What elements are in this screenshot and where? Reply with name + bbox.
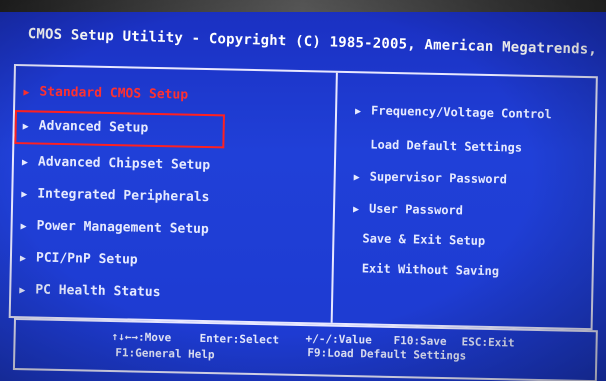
right-triangle-icon: ▶ bbox=[21, 157, 29, 169]
menu-item-label: Save & Exit Setup bbox=[362, 231, 486, 248]
menu-item-label: Power Management Setup bbox=[36, 218, 209, 238]
right-triangle-icon: ▶ bbox=[19, 285, 26, 297]
right-triangle-icon: ▶ bbox=[352, 204, 360, 216]
menu-item-exit-without-saving[interactable]: Exit Without Saving bbox=[362, 261, 500, 278]
menu-item-label: Integrated Peripherals bbox=[37, 186, 210, 206]
help-save: F10:Save bbox=[393, 333, 447, 349]
menu-item-integrated-peripherals[interactable]: ▶ Integrated Peripherals bbox=[21, 186, 210, 206]
right-triangle-icon: ▶ bbox=[21, 189, 28, 201]
menu-item-label: Advanced Chipset Setup bbox=[37, 154, 211, 174]
help-bar: ↑↓←→:Move Enter:Select +/-/:Value F10:Sa… bbox=[12, 318, 598, 381]
right-triangle-icon: ▶ bbox=[23, 87, 30, 99]
help-general: F1:General Help bbox=[115, 346, 215, 362]
menu-item-standard-cmos-setup[interactable]: ▶ Standard CMOS Setup bbox=[23, 84, 189, 103]
menu-item-label: Supervisor Password bbox=[369, 169, 508, 187]
help-select: Enter:Select bbox=[199, 331, 280, 347]
right-triangle-icon: ▶ bbox=[22, 121, 29, 133]
menu-item-supervisor-password[interactable]: ▶ Supervisor Password bbox=[354, 169, 508, 186]
menu-divider bbox=[330, 72, 338, 323]
help-move: ↑↓←→:Move bbox=[111, 330, 172, 345]
menu-item-advanced-chipset-setup[interactable]: ▶ Advanced Chipset Setup bbox=[21, 154, 211, 174]
menu-item-label: PCI/PnP Setup bbox=[35, 250, 138, 268]
right-triangle-icon: ▶ bbox=[19, 253, 27, 265]
help-load-default: F9:Load Default Settings bbox=[307, 346, 467, 363]
menu-item-label: Advanced Setup bbox=[38, 118, 149, 136]
right-triangle-icon: ▶ bbox=[20, 221, 27, 233]
left-menu: ▶ Standard CMOS Setup ▶ Advanced Setup ▶ Ad… bbox=[14, 66, 334, 300]
menu-item-label: PC Health Status bbox=[35, 282, 161, 301]
menu-item-label: Standard CMOS Setup bbox=[39, 84, 189, 103]
menu-item-advanced-setup[interactable]: ▶ Advanced Setup bbox=[23, 118, 149, 136]
right-menu: ▶ Frequency/Voltage Control Load Default … bbox=[338, 73, 594, 278]
menu-item-power-management-setup[interactable]: ▶ Power Management Setup bbox=[20, 218, 209, 238]
menu-item-label: Exit Without Saving bbox=[361, 261, 500, 279]
help-exit: ESC:Exit bbox=[461, 335, 515, 350]
menu-item-label: Load Default Settings bbox=[370, 137, 523, 155]
menu-item-load-default-settings[interactable]: Load Default Settings bbox=[370, 137, 522, 154]
right-triangle-icon: ▶ bbox=[353, 172, 360, 184]
menu-item-label: User Password bbox=[368, 201, 464, 218]
menu-item-pci-pnp-setup[interactable]: ▶ PCI/PnP Setup bbox=[19, 250, 138, 268]
main-menu-frame: ▶ Standard CMOS Setup ▶ Advanced Setup ▶ Ad… bbox=[8, 64, 598, 331]
menu-item-save-exit-setup[interactable]: Save & Exit Setup bbox=[362, 231, 485, 248]
page-title: CMOS Setup Utility - Copyright (C) 1985-… bbox=[27, 26, 606, 60]
monitor-bezel bbox=[0, 0, 606, 12]
right-triangle-icon: ▶ bbox=[354, 106, 362, 118]
menu-item-pc-health-status[interactable]: ▶ PC Health Status bbox=[19, 282, 161, 301]
help-value: +/-/:Value bbox=[305, 332, 372, 347]
bios-screen: CMOS Setup Utility - Copyright (C) 1985-… bbox=[0, 0, 606, 381]
menu-item-user-password[interactable]: ▶ User Password bbox=[353, 201, 463, 217]
menu-item-frequency-voltage-control[interactable]: ▶ Frequency/Voltage Control bbox=[355, 103, 552, 121]
menu-item-label: Frequency/Voltage Control bbox=[370, 103, 552, 122]
